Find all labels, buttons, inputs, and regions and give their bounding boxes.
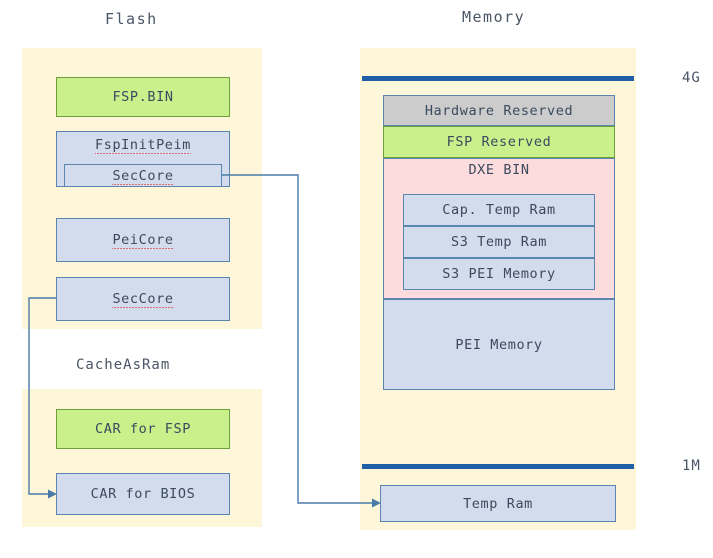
memory-block-s3-temp-ram[interactable]: S3 Temp Ram (403, 226, 595, 258)
memory-block-fsp-reserved-label: FSP Reserved (446, 134, 552, 150)
memory-boundary-label-4g: 4G (682, 70, 701, 86)
flash-block-fsp-bin-label: FSP.BIN (112, 89, 174, 105)
cacheasram-caption: CacheAsRam (76, 357, 171, 373)
memory-block-dxe-bin-label: DXE BIN (468, 162, 530, 178)
memory-block-pei-memory[interactable]: PEI Memory (383, 299, 615, 390)
car-block-bios[interactable]: CAR for BIOS (56, 473, 230, 515)
memory-block-temp-ram-label: Temp Ram (463, 495, 533, 512)
flash-block-seccore-label: SecCore (112, 291, 174, 310)
memory-block-pei-memory-label: PEI Memory (455, 336, 543, 353)
car-block-fsp[interactable]: CAR for FSP (56, 409, 230, 449)
memory-block-cap-temp-ram-label: Cap. Temp Ram (442, 202, 556, 218)
memory-block-fsp-reserved[interactable]: FSP Reserved (383, 126, 615, 158)
flash-block-seccore-nested[interactable]: SecCore (64, 164, 222, 187)
memory-block-s3-pei-memory[interactable]: S3 PEI Memory (403, 258, 595, 290)
car-block-bios-label: CAR for BIOS (90, 486, 196, 502)
flash-block-seccore[interactable]: SecCore (56, 277, 230, 321)
memory-block-hardware-reserved[interactable]: Hardware Reserved (383, 95, 615, 126)
flash-block-peicore[interactable]: PeiCore (56, 218, 230, 262)
memory-boundary-label-1m: 1M (682, 458, 701, 474)
car-block-fsp-label: CAR for FSP (94, 421, 191, 437)
memory-block-s3-temp-ram-label: S3 Temp Ram (450, 234, 547, 250)
memory-block-cap-temp-ram[interactable]: Cap. Temp Ram (403, 194, 595, 226)
memory-block-s3-pei-memory-label: S3 PEI Memory (442, 266, 556, 282)
memory-boundary-bar-1m (362, 464, 634, 469)
flash-block-fspinitpeim-label: FspInitPeim (94, 137, 192, 156)
column-title-memory: Memory (462, 8, 526, 26)
memory-boundary-bar-4g (362, 76, 634, 81)
memory-block-temp-ram[interactable]: Temp Ram (380, 485, 616, 522)
flash-block-seccore-nested-label: SecCore (112, 167, 174, 187)
column-title-flash: Flash (105, 10, 158, 28)
flash-block-fsp-bin[interactable]: FSP.BIN (56, 77, 230, 117)
flash-block-peicore-label: PeiCore (112, 232, 174, 251)
memory-block-hardware-reserved-label: Hardware Reserved (424, 102, 574, 119)
